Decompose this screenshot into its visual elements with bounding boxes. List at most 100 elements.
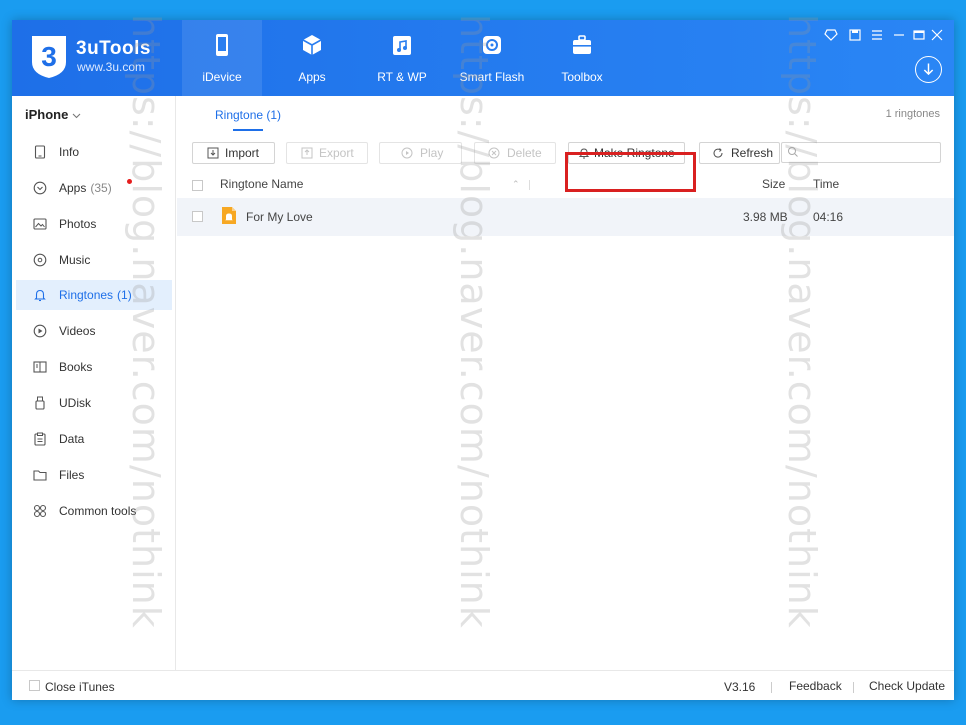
sidebar-item-label: Books bbox=[59, 360, 93, 374]
feedback-link[interactable]: Feedback bbox=[789, 679, 842, 693]
feedback-box-icon[interactable] bbox=[848, 28, 862, 42]
sidebar-item-count: (1) bbox=[117, 288, 132, 302]
tab-active-indicator bbox=[233, 129, 263, 131]
music-icon bbox=[33, 253, 47, 267]
play-button[interactable]: Play bbox=[379, 142, 462, 164]
row-checkbox[interactable] bbox=[192, 211, 203, 222]
table-row[interactable]: For My Love 3.98 MB 04:16 bbox=[177, 198, 954, 236]
folder-icon bbox=[33, 470, 47, 481]
main-panel: Ringtone (1) 1 ringtones Import Export P… bbox=[177, 96, 954, 670]
sidebar-item-books[interactable]: Books bbox=[16, 352, 172, 382]
check-update-link[interactable]: Check Update bbox=[869, 679, 945, 693]
apps-icon bbox=[33, 181, 47, 195]
device-name: iPhone bbox=[25, 107, 69, 122]
delete-button[interactable]: Delete bbox=[474, 142, 556, 164]
tools-grid-icon bbox=[33, 504, 47, 518]
app-url: www.3u.com bbox=[77, 60, 146, 74]
button-label: Refresh bbox=[731, 146, 774, 160]
bell-icon bbox=[34, 289, 46, 302]
column-time[interactable]: Time bbox=[813, 177, 839, 191]
apps-cube-icon bbox=[302, 35, 322, 55]
refresh-button[interactable]: Refresh bbox=[699, 142, 780, 164]
sidebar-item-label: Photos bbox=[59, 217, 97, 231]
minimize-icon[interactable] bbox=[892, 28, 906, 42]
sidebar-item-info[interactable]: Info bbox=[16, 137, 172, 167]
sidebar-item-label: Info bbox=[59, 145, 80, 159]
nav-tab-toolbox[interactable]: Toolbox bbox=[542, 20, 622, 96]
nav-tab-rt-wp[interactable]: RT & WP bbox=[362, 20, 442, 96]
photos-icon bbox=[33, 218, 47, 230]
sidebar-item-photos[interactable]: Photos bbox=[16, 209, 172, 239]
sort-up-icon: ⌃ bbox=[512, 179, 520, 189]
export-button[interactable]: Export bbox=[286, 142, 368, 164]
sidebar-item-data[interactable]: Data bbox=[16, 424, 172, 454]
nav-tab-label: Toolbox bbox=[561, 70, 603, 84]
refresh-icon bbox=[713, 148, 723, 158]
button-label: Play bbox=[420, 146, 444, 160]
sidebar-item-ringtones[interactable]: Ringtones (1) bbox=[16, 280, 172, 310]
sidebar-item-music[interactable]: Music bbox=[16, 245, 172, 275]
button-label: Delete bbox=[507, 146, 542, 160]
ringtone-name: For My Love bbox=[246, 210, 313, 224]
ringtone-file-icon bbox=[222, 207, 236, 224]
sidebar-item-label: Files bbox=[59, 468, 85, 482]
nav-tab-label: RT & WP bbox=[377, 70, 427, 84]
nav-tab-apps[interactable]: Apps bbox=[272, 20, 352, 96]
sidebar-item-files[interactable]: Files bbox=[16, 460, 172, 490]
sidebar-item-label: UDisk bbox=[59, 396, 91, 410]
close-itunes-checkbox[interactable] bbox=[29, 680, 40, 691]
delete-icon bbox=[488, 147, 500, 159]
ringtone-time: 04:16 bbox=[813, 210, 844, 224]
nav-tab-label: iDevice bbox=[202, 70, 242, 84]
status-divider bbox=[853, 682, 854, 693]
version-label: V3.16 bbox=[724, 680, 756, 694]
menu-icon[interactable] bbox=[870, 28, 884, 42]
button-label: Export bbox=[319, 146, 354, 160]
sidebar-item-label: Common tools bbox=[59, 504, 137, 518]
udisk-icon bbox=[35, 396, 45, 410]
search-icon bbox=[788, 147, 798, 157]
column-name[interactable]: Ringtone Name bbox=[220, 177, 303, 191]
select-all-checkbox[interactable] bbox=[192, 180, 203, 191]
sidebar-item-udisk[interactable]: UDisk bbox=[16, 388, 172, 418]
video-play-icon bbox=[33, 324, 47, 338]
nav-tab-idevice[interactable]: iDevice bbox=[182, 20, 262, 96]
nav-tab-smart-flash[interactable]: Smart Flash bbox=[452, 20, 532, 96]
sidebar: iPhone Info Apps (35) Photos Music Ringto… bbox=[12, 96, 176, 670]
close-itunes-label[interactable]: Close iTunes bbox=[45, 680, 115, 694]
sidebar-item-label: Data bbox=[59, 432, 85, 446]
toolbox-icon bbox=[573, 35, 591, 54]
ringtone-count: 1 ringtones bbox=[885, 108, 940, 120]
close-icon[interactable] bbox=[930, 28, 944, 42]
search-input[interactable] bbox=[781, 142, 941, 163]
phone-icon bbox=[216, 34, 228, 56]
maximize-icon[interactable] bbox=[912, 28, 926, 42]
app-window: 3 3uTools www.3u.com iDevice Apps RT & W… bbox=[12, 20, 954, 700]
sidebar-item-common-tools[interactable]: Common tools bbox=[16, 496, 172, 526]
music-folder-icon bbox=[393, 36, 411, 55]
logo-digit: 3 bbox=[41, 41, 57, 72]
ringtone-size: 3.98 MB bbox=[743, 210, 788, 224]
device-selector[interactable]: iPhone bbox=[25, 107, 81, 122]
book-icon bbox=[33, 361, 47, 373]
nav-tab-label: Apps bbox=[298, 70, 326, 84]
app-logo: 3 3uTools www.3u.com bbox=[28, 30, 178, 86]
logo-badge-icon: 3 bbox=[32, 36, 66, 78]
sidebar-item-apps[interactable]: Apps (35) bbox=[16, 173, 172, 203]
nav-tab-label: Smart Flash bbox=[459, 70, 525, 84]
sidebar-item-label: Music bbox=[59, 253, 91, 267]
notification-badge bbox=[127, 179, 132, 184]
tab-ringtone[interactable]: Ringtone (1) bbox=[215, 108, 281, 122]
play-icon bbox=[401, 147, 413, 159]
column-size[interactable]: Size bbox=[762, 177, 785, 191]
skin-icon[interactable] bbox=[824, 28, 838, 42]
sidebar-item-label: Apps (35) bbox=[59, 181, 112, 195]
sidebar-item-count: (35) bbox=[90, 181, 112, 195]
sidebar-item-videos[interactable]: Videos bbox=[16, 316, 172, 346]
import-button[interactable]: Import bbox=[192, 142, 275, 164]
chevron-down-icon bbox=[72, 107, 81, 122]
info-device-icon bbox=[34, 145, 46, 159]
window-controls bbox=[824, 28, 944, 44]
sidebar-item-label: Videos bbox=[59, 324, 96, 338]
download-icon[interactable] bbox=[915, 56, 942, 83]
